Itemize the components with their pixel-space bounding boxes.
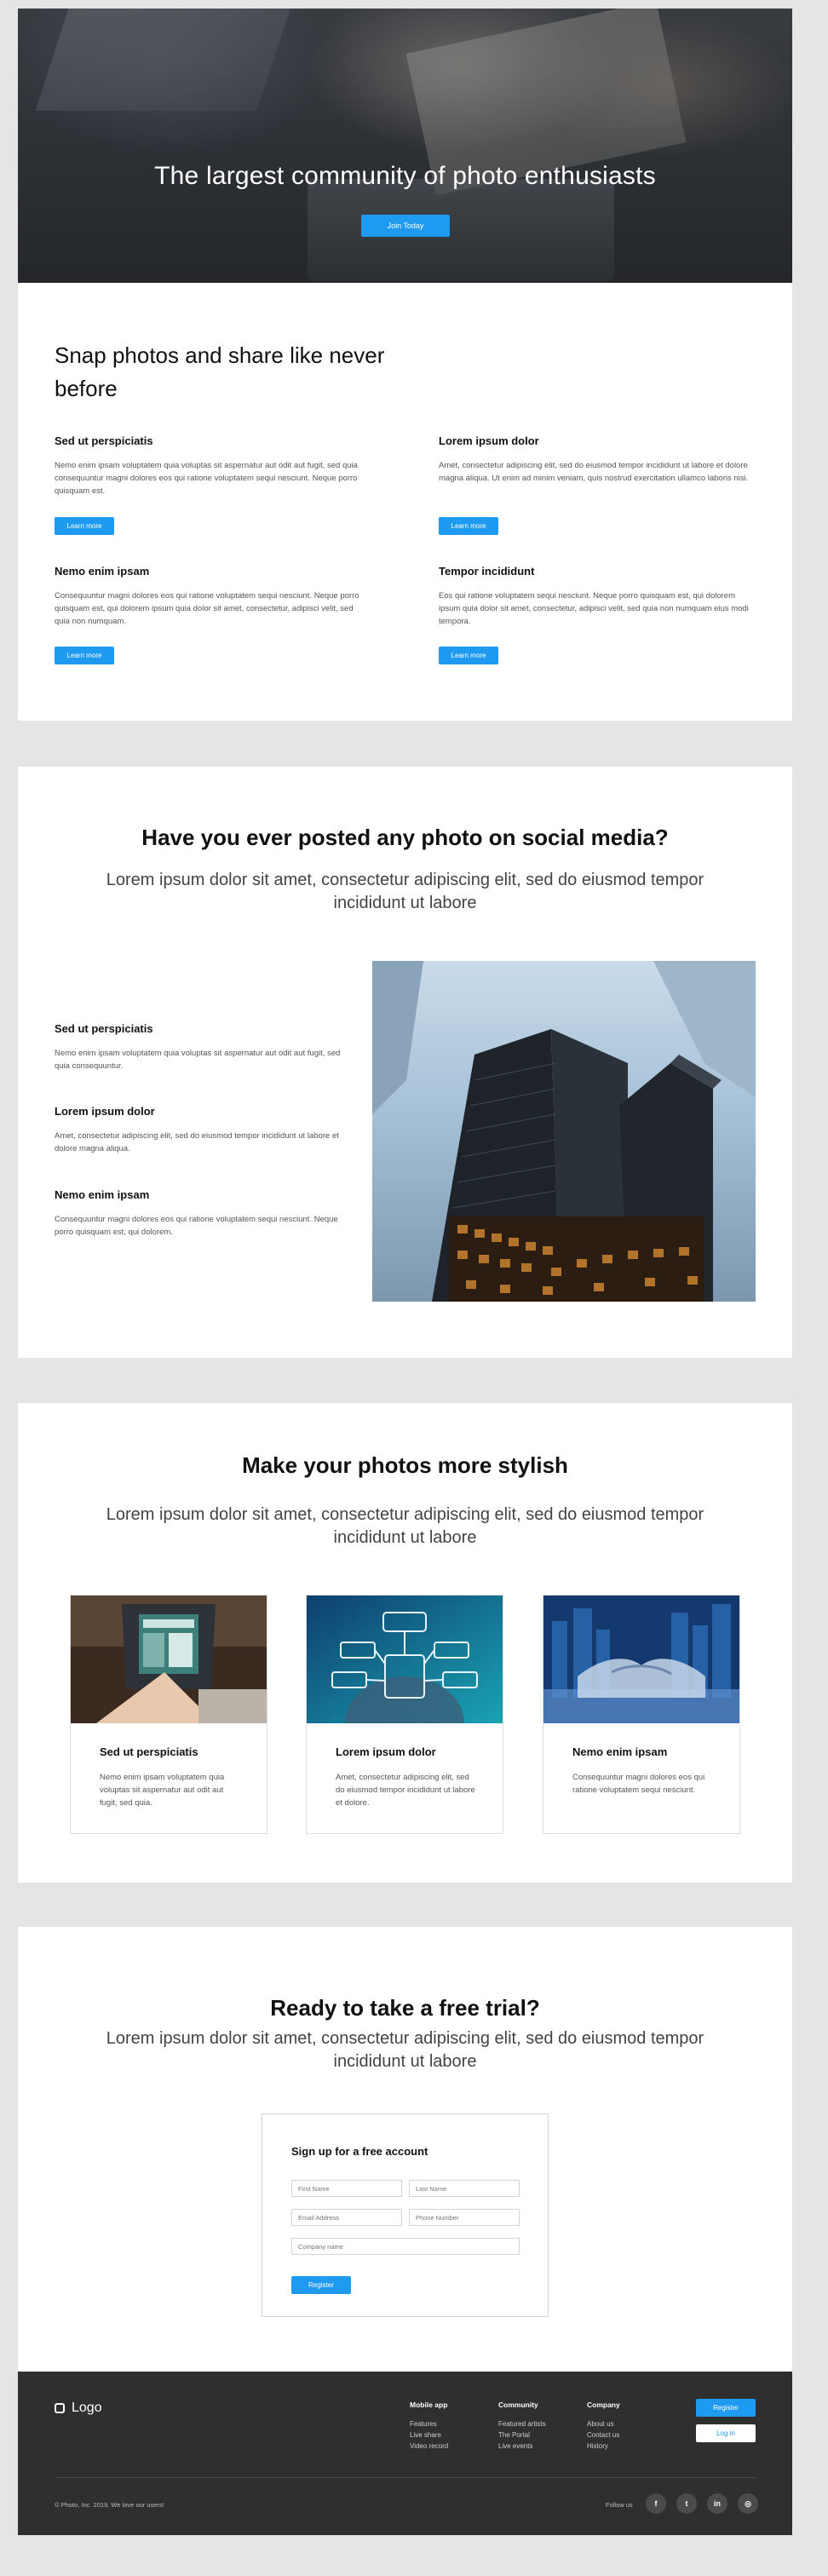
- footer-link[interactable]: History: [587, 2441, 620, 2452]
- footer-column-title: Mobile app: [410, 2401, 448, 2409]
- social-item-text: Consequuntur magni dolores eos qui ratio…: [55, 1215, 338, 1237]
- social-item: Sed ut perspiciatis Nemo enim ipsam volu…: [55, 1022, 344, 1072]
- last-name-input[interactable]: [409, 2180, 520, 2197]
- social-item: Lorem ipsum dolor Amet, consectetur adip…: [55, 1105, 344, 1155]
- signup-form-title: Sign up for a free account: [291, 2145, 428, 2158]
- footer-link[interactable]: Video record: [410, 2441, 448, 2452]
- feature-text: Consequuntur magni dolores eos qui ratio…: [55, 591, 359, 626]
- footer-link[interactable]: Live share: [410, 2429, 448, 2441]
- footer-link[interactable]: Featured artists: [498, 2418, 546, 2429]
- logo-icon: [55, 2403, 65, 2413]
- feature-text: Eos qui ratione voluptatem sequi nesciun…: [439, 591, 749, 626]
- card-text: Consequuntur magni dolores eos qui ratio…: [572, 1773, 705, 1795]
- card-photo-handshake: [543, 1596, 739, 1723]
- skyscraper-illustration: [372, 961, 756, 1302]
- facebook-icon[interactable]: f: [646, 2493, 666, 2514]
- card-text: Nemo enim ipsam voluptatem quia voluptas…: [100, 1773, 225, 1808]
- footer-logo[interactable]: Logo: [55, 2401, 102, 2416]
- learn-more-button[interactable]: Learn more: [439, 647, 498, 664]
- footer-link[interactable]: Contact us: [587, 2429, 620, 2441]
- social-item-title: Sed ut perspiciatis: [55, 1022, 153, 1035]
- stylish-section: Make your photos more stylish Lorem ipsu…: [18, 1403, 792, 1883]
- join-today-button[interactable]: Join Today: [361, 215, 450, 237]
- footer-column-title: Community: [498, 2401, 538, 2409]
- features-title: Snap photos and share like never before: [55, 342, 385, 401]
- feature-title: Nemo enim ipsam: [55, 565, 150, 578]
- skyscraper-photo: [372, 961, 756, 1302]
- email-input[interactable]: [291, 2209, 402, 2226]
- feature-card: Lorem ipsum dolor Amet, consectetur adip…: [306, 1595, 503, 1834]
- logo-text: Logo: [72, 2401, 102, 2415]
- trial-subtitle: Lorem ipsum dolor sit amet, consectetur …: [106, 2029, 704, 2071]
- instagram-icon[interactable]: ◎: [738, 2493, 758, 2514]
- social-item-title: Nemo enim ipsam: [55, 1188, 150, 1201]
- first-name-input[interactable]: [291, 2180, 402, 2197]
- footer-column-company: Company About us Contact us History: [587, 2401, 620, 2452]
- social-subtitle: Lorem ipsum dolor sit amet, consectetur …: [106, 871, 704, 912]
- card-photo-diagram: [307, 1596, 503, 1723]
- feature-title: Tempor incididunt: [439, 565, 535, 578]
- card-title: Sed ut perspiciatis: [100, 1745, 198, 1758]
- feature-card: Sed ut perspiciatis Nemo enim ipsam volu…: [70, 1595, 267, 1834]
- footer: Logo Mobile app Features Live share Vide…: [18, 2372, 792, 2535]
- linkedin-icon[interactable]: in: [707, 2493, 727, 2514]
- card-title: Nemo enim ipsam: [572, 1745, 668, 1758]
- social-item-title: Lorem ipsum dolor: [55, 1105, 155, 1118]
- feature-item: Sed ut perspiciatis Nemo enim ipsam volu…: [55, 434, 370, 497]
- phone-input[interactable]: [409, 2209, 520, 2226]
- social-item-text: Amet, consectetur adipiscing elit, sed d…: [55, 1131, 339, 1153]
- copyright-text: © Photo, Inc. 2019. We love our users!: [55, 2501, 164, 2509]
- follow-us-label: Follow us: [606, 2501, 633, 2509]
- feature-card: Nemo enim ipsam Consequuntur magni dolor…: [543, 1595, 740, 1834]
- features-section: Snap photos and share like never before …: [18, 283, 792, 721]
- learn-more-button[interactable]: Learn more: [439, 517, 498, 535]
- footer-column-title: Company: [587, 2401, 620, 2409]
- signup-form: Sign up for a free account Register: [262, 2113, 549, 2317]
- learn-more-button[interactable]: Learn more: [55, 647, 114, 664]
- social-item-text: Nemo enim ipsam voluptatem quia voluptas…: [55, 1049, 341, 1071]
- footer-link[interactable]: About us: [587, 2418, 620, 2429]
- feature-item: Tempor incididunt Eos qui ratione volupt…: [439, 565, 754, 628]
- trial-section: Ready to take a free trial? Lorem ipsum …: [18, 1927, 792, 2372]
- footer-link[interactable]: Features: [410, 2418, 448, 2429]
- footer-divider: [55, 2477, 756, 2478]
- footer-column-community: Community Featured artists The Portal Li…: [498, 2401, 546, 2452]
- hero-overlay: [18, 9, 792, 283]
- feature-text: Nemo enim ipsam voluptatem quia voluptas…: [55, 461, 358, 496]
- hero-title: The largest community of photo enthusias…: [154, 162, 656, 190]
- footer-login-button[interactable]: Log in: [696, 2424, 756, 2442]
- footer-column-mobile-app: Mobile app Features Live share Video rec…: [410, 2401, 448, 2452]
- feature-title: Lorem ipsum dolor: [439, 434, 539, 447]
- stylish-title: Make your photos more stylish: [242, 1452, 568, 1478]
- feature-title: Sed ut perspiciatis: [55, 434, 153, 447]
- card-title: Lorem ipsum dolor: [336, 1745, 436, 1758]
- footer-link[interactable]: The Portal: [498, 2429, 546, 2441]
- register-button[interactable]: Register: [291, 2276, 351, 2294]
- card-text: Amet, consectetur adipiscing elit, sed d…: [336, 1773, 475, 1808]
- twitter-icon[interactable]: t: [676, 2493, 697, 2514]
- footer-register-button[interactable]: Register: [696, 2399, 756, 2417]
- social-item: Nemo enim ipsam Consequuntur magni dolor…: [55, 1188, 344, 1239]
- feature-text: Amet, consectetur adipiscing elit, sed d…: [439, 461, 749, 483]
- social-section: Have you ever posted any photo on social…: [18, 767, 792, 1358]
- social-title: Have you ever posted any photo on social…: [141, 825, 669, 850]
- learn-more-button[interactable]: Learn more: [55, 517, 114, 535]
- card-photo-laptop: [71, 1596, 267, 1723]
- feature-item: Nemo enim ipsam Consequuntur magni dolor…: [55, 565, 370, 628]
- company-input[interactable]: [291, 2238, 520, 2255]
- stylish-subtitle: Lorem ipsum dolor sit amet, consectetur …: [106, 1505, 704, 1547]
- trial-title: Ready to take a free trial?: [270, 1995, 540, 2021]
- hero-banner: The largest community of photo enthusias…: [18, 9, 792, 283]
- footer-link[interactable]: Live events: [498, 2441, 546, 2452]
- feature-item: Lorem ipsum dolor Amet, consectetur adip…: [439, 434, 754, 485]
